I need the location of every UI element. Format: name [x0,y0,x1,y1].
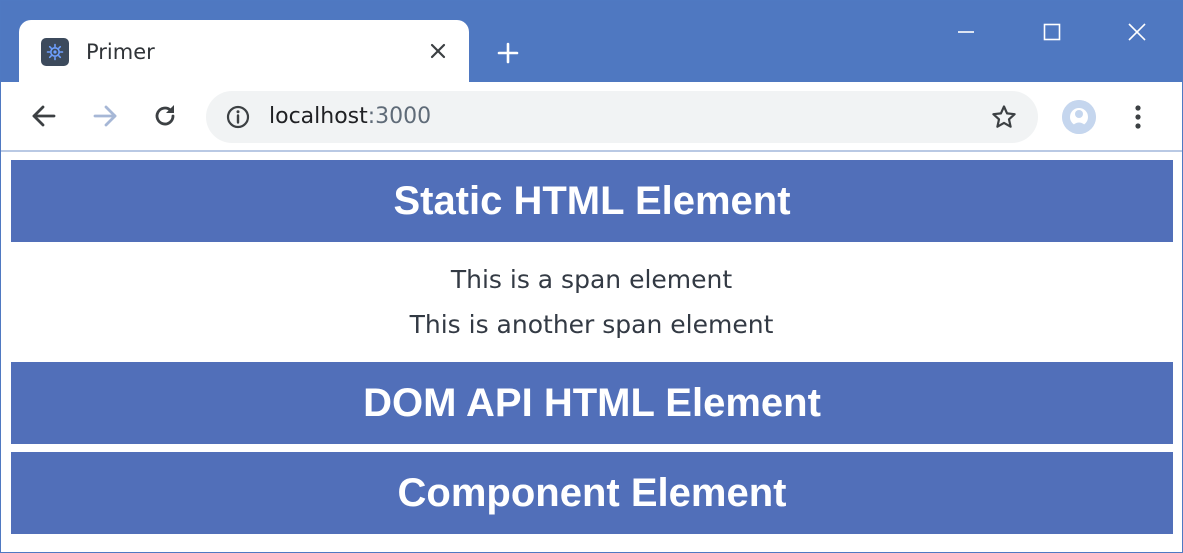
component-heading: Component Element [11,452,1173,534]
plus-icon[interactable] [491,36,525,70]
tab-title: Primer [86,40,155,64]
title-bar: Primer [1,1,1182,84]
kebab-menu-icon[interactable] [1123,99,1153,135]
reload-icon[interactable] [147,98,183,134]
arrow-right-icon[interactable] [87,98,123,134]
star-icon[interactable] [989,102,1019,132]
avatar[interactable] [1062,100,1096,134]
tab-primer[interactable]: Primer [19,20,469,84]
close-icon[interactable] [423,36,453,66]
static-html-heading: Static HTML Element [11,160,1173,242]
maximize-icon[interactable] [1032,15,1072,49]
page-content: Static HTML Element This is a span eleme… [1,152,1182,552]
url-port: :3000 [367,104,432,129]
info-icon[interactable] [224,103,252,131]
arrow-left-icon[interactable] [26,98,62,134]
another-span-element: This is another span element [409,310,774,339]
window-close-icon[interactable] [1117,15,1157,49]
minimize-icon[interactable] [946,15,986,49]
url-host: localhost [269,104,368,129]
dom-api-heading: DOM API HTML Element [11,362,1173,444]
browser-window: Primer localhost:3000 Static HTML Elemen… [0,0,1183,553]
browser-toolbar: localhost:3000 [1,83,1182,150]
url-text: localhost:3000 [269,103,431,131]
span-element: This is a span element [450,265,733,294]
address-bar[interactable]: localhost:3000 [206,91,1038,143]
app-gear-icon [41,38,69,66]
